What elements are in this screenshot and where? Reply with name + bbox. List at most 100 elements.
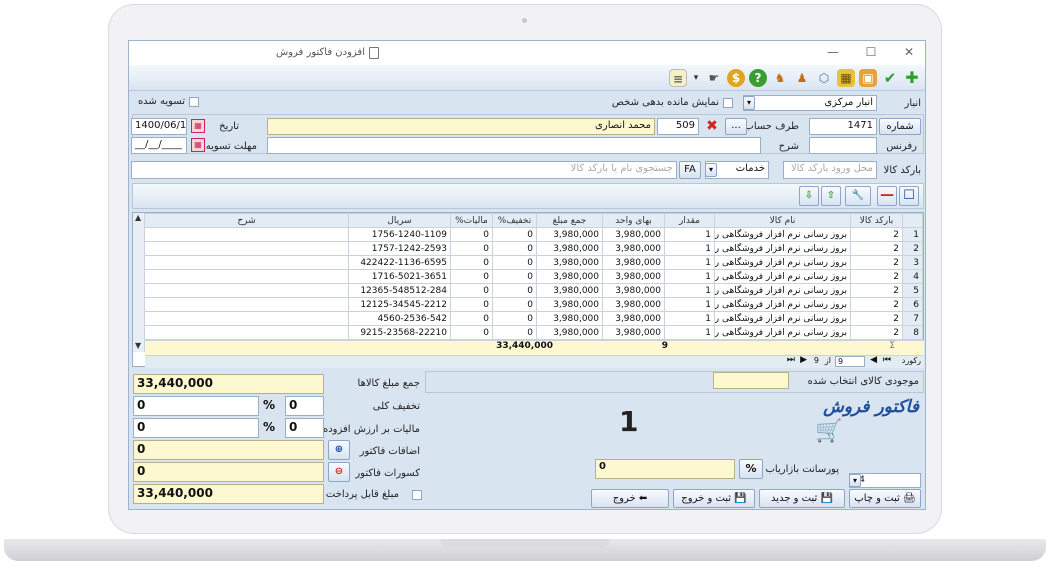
discount-field[interactable]: 0 — [133, 396, 259, 416]
grid-cell-name[interactable]: بروز رسانی نرم افزار فروشگاهی راهکار — [714, 255, 851, 270]
additions-field[interactable]: 0 — [133, 440, 324, 460]
nav-prev-icon[interactable]: ◀ — [870, 355, 877, 365]
remove-row-icon[interactable]: — — [877, 186, 897, 206]
grid-cell-disc[interactable]: 0 — [492, 227, 537, 242]
grid-cell-tax[interactable]: 0 — [450, 269, 493, 284]
grid-cell-barcode[interactable]: 2 — [850, 269, 903, 284]
select-all-icon[interactable]: ☐ — [899, 186, 919, 206]
grid-cell-disc[interactable]: 0 — [492, 255, 537, 270]
grid-col-qty[interactable]: مقدار — [664, 213, 715, 228]
number-button[interactable]: شماره — [879, 118, 921, 135]
grid-cell-total[interactable]: 3,980,000 — [536, 269, 603, 284]
grid-cell-name[interactable]: بروز رسانی نرم افزار فروشگاهی راهکار — [714, 227, 851, 242]
date-field[interactable]: 1400/06/18 — [131, 118, 187, 135]
grid-cell-barcode[interactable]: 2 — [850, 297, 903, 312]
grid-cell-barcode[interactable]: 2 — [850, 255, 903, 270]
grid-cell-serial[interactable]: 422422-1136-6595 — [348, 255, 451, 270]
grid-cell-total[interactable]: 3,980,000 — [536, 311, 603, 326]
grid-cell-barcode[interactable]: 2 — [850, 283, 903, 298]
tools-icon[interactable]: 🔧 — [845, 186, 871, 206]
discount-percent-field[interactable]: 0 — [285, 396, 324, 416]
grid-cell-barcode[interactable]: 2 — [850, 241, 903, 256]
grid-cell-qty[interactable]: 1 — [664, 297, 715, 312]
paper-size-dropdown-icon[interactable]: ▾ — [849, 474, 861, 487]
calendar-icon[interactable]: ▦ — [191, 119, 205, 133]
pointer-icon[interactable]: ☛ — [705, 69, 723, 87]
grid-cell-unit[interactable]: 3,980,000 — [602, 241, 665, 256]
grid-cell-total[interactable]: 3,980,000 — [536, 255, 603, 270]
scroll-up-icon[interactable]: ▲ — [135, 213, 141, 222]
help-icon[interactable]: ? — [749, 69, 767, 87]
move-up-icon[interactable]: ⇧ — [821, 186, 841, 206]
grid-cell-disc[interactable]: 0 — [492, 241, 537, 256]
grid-cell-barcode[interactable]: 2 — [850, 227, 903, 242]
grid-cell-disc[interactable]: 0 — [492, 297, 537, 312]
grid-cell-qty[interactable]: 1 — [664, 269, 715, 284]
due-calendar-icon[interactable]: ▦ — [191, 138, 205, 152]
grid-col-barcode[interactable]: بارکد کالا — [850, 213, 903, 228]
grid-col-name[interactable]: نام کالا — [714, 213, 851, 228]
table-row[interactable]: 52بروز رسانی نرم افزار فروشگاهی راهکار13… — [144, 283, 923, 298]
grid-cell-tax[interactable]: 0 — [450, 241, 493, 256]
grid-col-serial[interactable]: سریال — [348, 213, 451, 228]
grid-cell-tax[interactable]: 0 — [450, 325, 493, 340]
grid-cell-unit[interactable]: 3,980,000 — [602, 269, 665, 284]
account-browse-button[interactable]: ... — [725, 118, 747, 135]
account-code-field[interactable]: 509 — [657, 118, 699, 135]
vat-field[interactable]: 0 — [133, 418, 259, 438]
nav-next-icon[interactable]: ▶ — [800, 355, 807, 365]
grid-cell-description[interactable] — [144, 297, 349, 312]
user-edit-icon[interactable]: ♞ — [771, 69, 789, 87]
grid-col-tax[interactable]: مالیات% — [450, 213, 493, 228]
grid-cell-unit[interactable]: 3,980,000 — [602, 227, 665, 242]
table-row[interactable]: 82بروز رسانی نرم افزار فروشگاهی راهکار13… — [144, 325, 923, 340]
grid-cell-description[interactable] — [144, 325, 349, 340]
commission-percent-button[interactable]: % — [739, 459, 763, 479]
commission-field[interactable]: 0 — [595, 459, 735, 479]
minimize-icon[interactable]: — — [823, 43, 843, 61]
grid-cell-total[interactable]: 3,980,000 — [536, 297, 603, 312]
grid-cell-disc[interactable]: 0 — [492, 311, 537, 326]
barcode-input[interactable]: محل ورود بارکد کالا — [783, 161, 877, 179]
grid-cell-disc[interactable]: 0 — [492, 269, 537, 284]
grid-cell-barcode[interactable]: 2 — [850, 311, 903, 326]
add-icon[interactable]: ✚ — [903, 69, 921, 87]
dropdown-arrow-icon[interactable]: ▾ — [687, 69, 705, 87]
grid-cell-description[interactable] — [144, 241, 349, 256]
user-add-icon[interactable]: ♟ — [793, 69, 811, 87]
grid-cell-serial[interactable]: 4560-2536-542 — [348, 311, 451, 326]
box-check-icon[interactable]: ▦ — [837, 69, 855, 87]
scroll-down-icon[interactable]: ▼ — [135, 341, 141, 350]
grid-col-discount[interactable]: تخفیف% — [492, 213, 537, 228]
save-exit-button[interactable]: 💾 ثبت و خروج — [673, 489, 755, 508]
move-down-icon[interactable]: ⇩ — [799, 186, 819, 206]
grid-cell-total[interactable]: 3,980,000 — [536, 283, 603, 298]
grid-cell-serial[interactable]: 1757-1242-2593 — [348, 241, 451, 256]
warehouse-dropdown-icon[interactable]: ▾ — [743, 96, 755, 110]
reference-field[interactable] — [809, 137, 877, 154]
table-row[interactable]: 72بروز رسانی نرم افزار فروشگاهی راهکار13… — [144, 311, 923, 326]
grid-cell-total[interactable]: 3,980,000 — [536, 241, 603, 256]
grid-cell-description[interactable] — [144, 255, 349, 270]
exit-button[interactable]: ⬅ خروج — [591, 489, 669, 508]
notes-icon[interactable]: ≡ — [669, 69, 687, 87]
nav-last-icon[interactable]: ⏭ — [787, 355, 795, 365]
grid-cell-serial[interactable]: 9215-23568-22210 — [348, 325, 451, 340]
grid-cell-unit[interactable]: 3,980,000 — [602, 325, 665, 340]
description-field[interactable] — [267, 137, 761, 154]
account-name-field[interactable]: محمد انصاری — [267, 118, 655, 135]
grid-cell-description[interactable] — [144, 311, 349, 326]
grid-cell-total[interactable]: 3,980,000 — [536, 325, 603, 340]
grid-cell-serial[interactable]: 1716-5021-3651 — [348, 269, 451, 284]
grid-cell-qty[interactable]: 1 — [664, 227, 715, 242]
grid-cell-description[interactable] — [144, 227, 349, 242]
deductions-field[interactable]: 0 — [133, 462, 324, 482]
grid-col-unit-price[interactable]: بهای واحد — [602, 213, 665, 228]
save-new-button[interactable]: 💾 ثبت و جدید — [759, 489, 845, 508]
nav-current-field[interactable]: 9 — [835, 356, 865, 367]
grid-cell-name[interactable]: بروز رسانی نرم افزار فروشگاهی راهکار — [714, 311, 851, 326]
grid-cell-description[interactable] — [144, 283, 349, 298]
grid-cell-unit[interactable]: 3,980,000 — [602, 283, 665, 298]
table-row[interactable]: 32بروز رسانی نرم افزار فروشگاهی راهکار13… — [144, 255, 923, 270]
save-print-button[interactable]: 🖨 ثبت و چاپ — [849, 489, 921, 508]
